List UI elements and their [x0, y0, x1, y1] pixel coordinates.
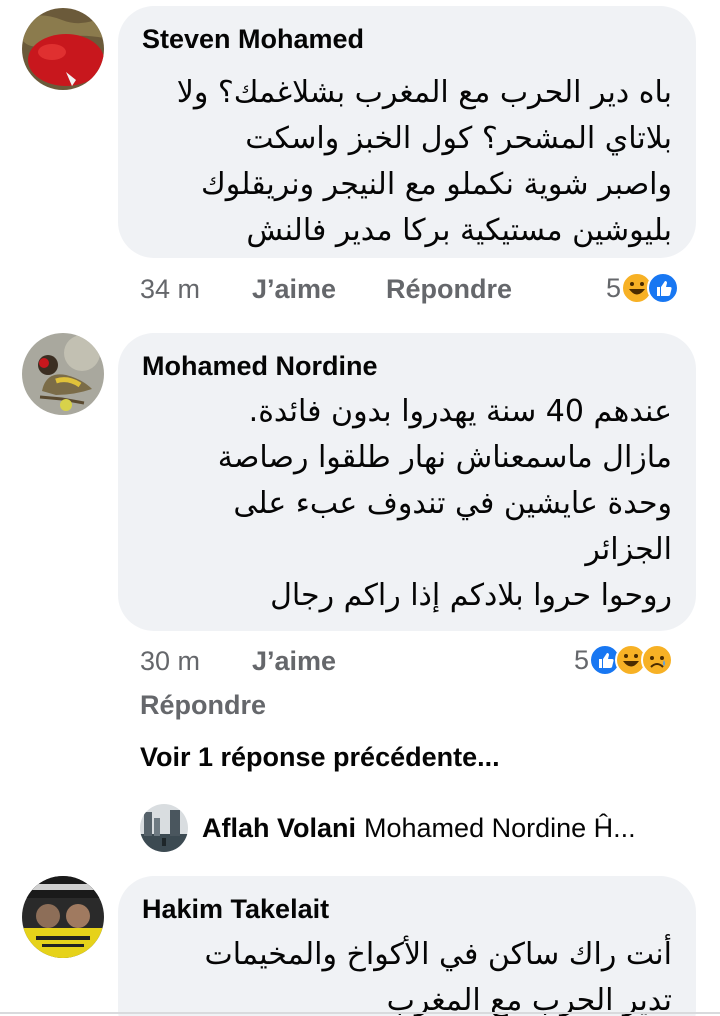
reply-preview[interactable]: Aflah Volani Mohamed Nordine Ĥ...: [140, 804, 636, 852]
reaction-summary[interactable]: 5: [606, 272, 680, 304]
avatar-hakim-takelait[interactable]: [22, 876, 104, 958]
comment-line: بليوشين مستيكية بركا مدير فالنش: [246, 213, 672, 248]
like-button[interactable]: J’aime: [252, 274, 336, 305]
comment-timestamp[interactable]: 34 m: [140, 274, 200, 305]
reply-author[interactable]: Aflah Volani: [202, 813, 356, 844]
like-icon: [647, 272, 680, 304]
divider: [0, 1012, 720, 1014]
comment-line: روحوا حروا بلادكم إذا راكم رجال: [270, 578, 672, 613]
reaction-count: 5: [606, 272, 622, 303]
comment-line: مازال ماسمعناش نهار طلقوا رصاصة: [217, 440, 672, 475]
comment-timestamp[interactable]: 30 m: [140, 646, 200, 677]
avatar-aflah-volani[interactable]: [140, 804, 188, 852]
comment-bubble-1: Steven Mohamed باه دير الحرب مع المغرب ب…: [118, 6, 696, 258]
avatar-steven-mohamed[interactable]: [22, 8, 104, 90]
comment-line: عندهم 40 سنة يهدروا بدون فائدة.: [248, 394, 672, 429]
comment-bubble-2: Mohamed Nordine عندهم 40 سنة يهدروا بدون…: [118, 333, 696, 631]
reaction-summary[interactable]: 5: [574, 644, 674, 676]
comment-line: تدير الحرب مع المغرب: [386, 983, 672, 1016]
reaction-count: 5: [574, 644, 590, 675]
reply-button[interactable]: Répondre: [140, 690, 266, 721]
view-previous-replies-link[interactable]: Voir 1 réponse précédente...: [140, 742, 500, 773]
sad-icon: [641, 644, 674, 676]
comment-line: وحدة عايشين في تندوف عبء على: [233, 486, 672, 521]
comment-author[interactable]: Steven Mohamed: [142, 24, 364, 55]
comment-author[interactable]: Mohamed Nordine: [142, 351, 378, 382]
avatar-mohamed-nordine[interactable]: [22, 333, 104, 415]
comment-line: أنت راك ساكن في الأكواخ والمخيمات: [204, 937, 673, 972]
comment-line: بلاتاي المشحر؟ كول الخبز واسكت: [245, 121, 672, 156]
comment-line: الجزائر: [585, 532, 672, 567]
comment-line: باه دير الحرب مع المغرب بشلاغمك؟ ولا: [176, 75, 672, 110]
comment-line: واصبر شوية نكملو مع النيجر ونريقلوك: [201, 167, 672, 202]
reply-button[interactable]: Répondre: [386, 274, 512, 305]
like-button[interactable]: J’aime: [252, 646, 336, 677]
comment-author[interactable]: Hakim Takelait: [142, 894, 329, 925]
comment-bubble-3: Hakim Takelait أنت راك ساكن في الأكواخ و…: [118, 876, 696, 1016]
reply-snippet: Mohamed Nordine Ĥ...: [364, 812, 636, 843]
